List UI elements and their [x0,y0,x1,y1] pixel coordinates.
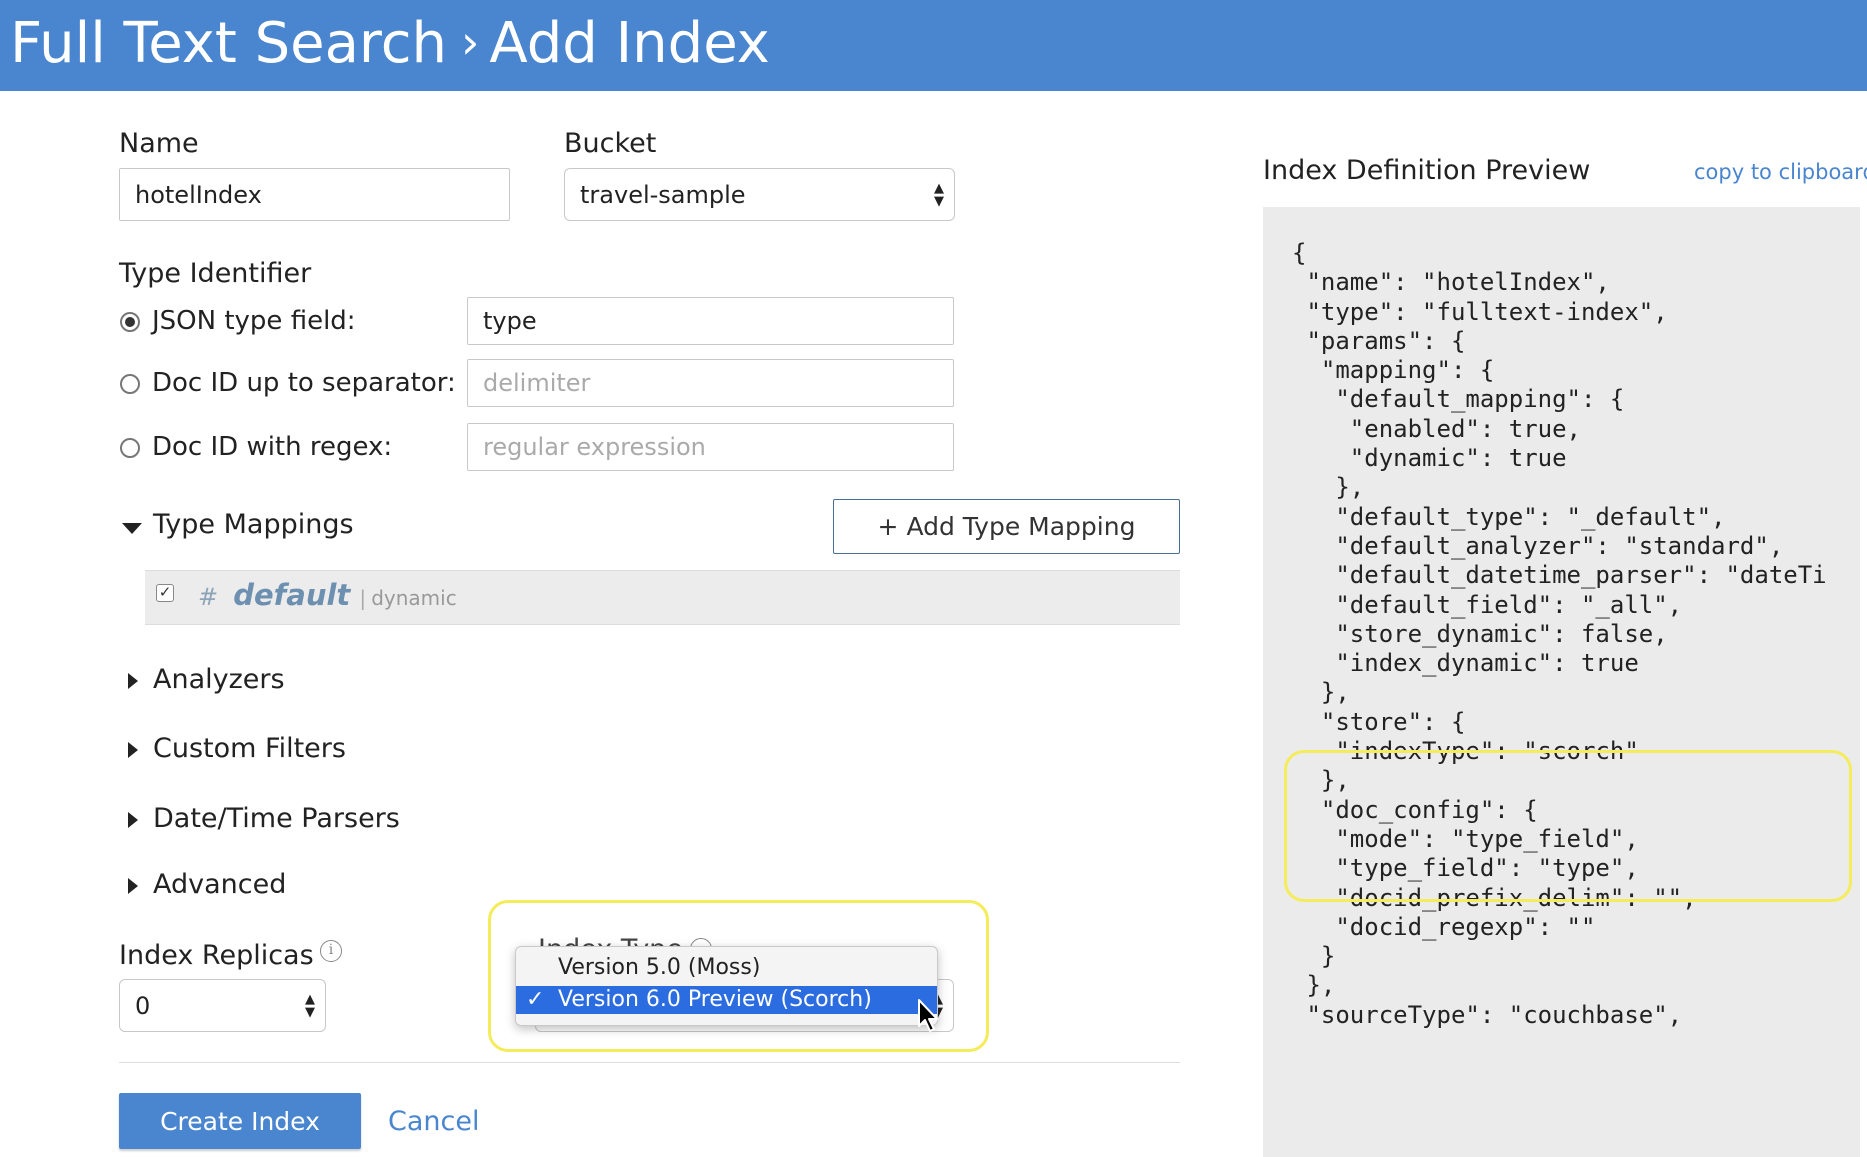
code-line: { [1292,239,1307,267]
json-type-field-value: type [483,307,537,335]
json-type-field-input[interactable]: type [467,297,954,345]
select-arrows-icon: ▲ ▼ [305,991,315,1020]
bucket-label: Bucket [564,128,657,159]
mapping-mode: dynamic [371,586,457,610]
bucket-select[interactable]: travel-sample ▲ ▼ [564,168,955,221]
code-line: "store_dynamic": false, [1292,619,1668,648]
index-replicas-label: Index Replicas [119,940,314,971]
separator-input-placeholder: delimiter [483,369,591,397]
radio-json-type-field-label: JSON type field: [152,306,356,336]
custom-filters-toggle[interactable]: Custom Filters [153,733,346,764]
add-type-mapping-button[interactable]: + Add Type Mapping [833,499,1180,554]
code-line: "docid_regexp": "" [1292,912,1596,941]
cancel-link[interactable]: Cancel [388,1106,479,1137]
code-line: "dynamic": true [1292,444,1567,473]
mapping-divider: | [359,586,367,610]
store-block-highlight [1284,750,1852,902]
code-line: "sourceType": "couchbase", [1292,1000,1683,1029]
code-line: }, [1292,678,1350,707]
code-line: "name": "hotelIndex", [1292,268,1610,297]
mapping-label: # default | dynamic [198,578,457,612]
code-line: } [1292,942,1336,971]
breadcrumb-page: Add Index [489,11,770,76]
index-definition-json: { "name": "hotelIndex", "type": "fulltex… [1292,239,1827,1030]
radio-doc-id-separator[interactable] [120,374,140,394]
code-line: "default_field": "_all", [1292,590,1683,619]
code-line: "enabled": true, [1292,414,1581,443]
radio-doc-id-regex-label: Doc ID with regex: [152,432,393,462]
code-line: "default_analyzer": "standard", [1292,531,1784,560]
code-line: }, [1292,473,1365,502]
type-mappings-toggle[interactable]: Type Mappings [153,509,354,540]
preview-title: Index Definition Preview [1263,155,1591,186]
code-line: "index_dynamic": true [1292,649,1639,678]
code-line: }, [1292,971,1336,1000]
index-type-highlight [488,900,989,1052]
hash-icon: # [198,583,219,611]
radio-doc-id-separator-label: Doc ID up to separator: [152,368,456,398]
date-time-parsers-toggle[interactable]: Date/Time Parsers [153,803,400,834]
select-arrows-icon: ▲ ▼ [934,180,944,209]
form-divider [119,1062,1180,1063]
name-input[interactable]: hotelIndex [119,168,510,221]
index-replicas-select[interactable]: 0 ▲ ▼ [119,979,326,1032]
code-line: "store": { [1292,707,1466,736]
type-identifier-label: Type Identifier [119,258,312,289]
regex-input[interactable]: regular expression [467,423,954,471]
code-line: "params": { [1292,326,1466,355]
code-line: "default_mapping": { [1292,385,1625,414]
expand-right-icon[interactable] [128,878,138,894]
expand-down-icon[interactable] [122,523,142,534]
expand-right-icon[interactable] [128,742,138,758]
expand-right-icon[interactable] [128,673,138,689]
regex-input-placeholder: regular expression [483,433,706,461]
code-line: "mapping": { [1292,356,1495,385]
breadcrumb-section[interactable]: Full Text Search [10,11,447,76]
copy-to-clipboard-link[interactable]: copy to clipboard [1694,160,1867,184]
radio-doc-id-regex[interactable] [120,438,140,458]
page-title: Full Text Search › Add Index [10,0,770,91]
name-label: Name [119,128,199,159]
separator-input[interactable]: delimiter [467,359,954,407]
analyzers-toggle[interactable]: Analyzers [153,664,285,695]
breadcrumb-separator-icon: › [461,15,480,69]
bucket-select-value: travel-sample [580,180,746,209]
code-line: "default_datetime_parser": "dateTi [1292,561,1827,590]
advanced-toggle[interactable]: Advanced [153,869,286,900]
code-line: "default_type": "_default", [1292,502,1726,531]
create-index-button[interactable]: Create Index [119,1093,361,1149]
index-replicas-value: 0 [135,991,151,1020]
info-icon[interactable]: i [320,940,342,962]
name-input-value: hotelIndex [135,180,262,209]
radio-json-type-field[interactable] [120,312,140,332]
code-line: "type": "fulltext-index", [1292,297,1668,326]
mapping-enabled-checkbox[interactable]: ✓ [156,584,174,602]
expand-right-icon[interactable] [128,812,138,828]
mapping-name[interactable]: default [233,578,350,612]
index-definition-preview[interactable]: { "name": "hotelIndex", "type": "fulltex… [1263,207,1860,1157]
